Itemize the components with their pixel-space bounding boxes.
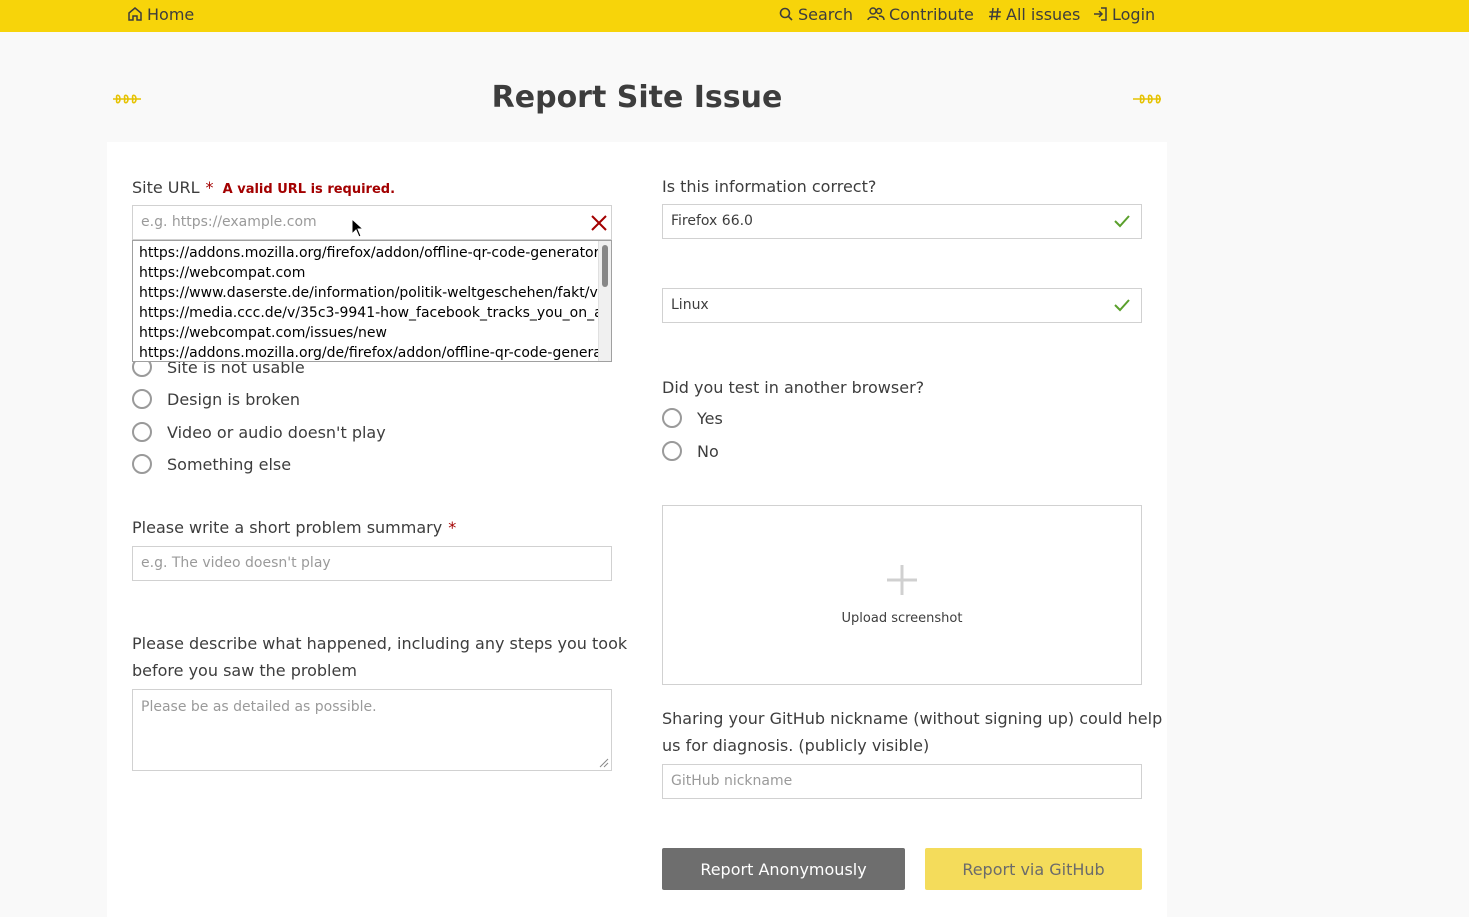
github-nickname-placeholder: GitHub nickname <box>671 773 793 789</box>
other-browser-yes[interactable]: Yes <box>662 408 723 428</box>
home-icon <box>128 7 142 21</box>
info-correct-label: Is this information correct? <box>662 177 877 196</box>
other-browser-label: Did you test in another browser? <box>662 378 925 397</box>
description-textarea[interactable]: Please be as detailed as possible. <box>132 689 612 771</box>
nav-login-label: Login <box>1112 4 1156 24</box>
radio-button[interactable] <box>662 408 682 428</box>
nav-contribute-label: Contribute <box>889 4 974 24</box>
summary-placeholder: e.g. The video doesn't play <box>141 555 331 571</box>
nav-all-issues-link[interactable]: All issues <box>988 3 1080 25</box>
radio-label: Something else <box>167 454 292 474</box>
title-row: Report Site Issue <box>107 76 1167 122</box>
autocomplete-item[interactable]: https://addons.mozilla.org/de/firefox/ad… <box>133 343 599 361</box>
radio-button[interactable] <box>132 422 152 442</box>
os-input[interactable]: Linux <box>662 288 1142 323</box>
people-icon <box>867 7 885 21</box>
mouse-cursor-icon <box>351 218 365 238</box>
url-autocomplete-dropdown[interactable]: https://addons.mozilla.org/firefox/addon… <box>132 240 612 362</box>
login-icon <box>1094 7 1107 21</box>
autocomplete-item[interactable]: https://webcompat.com <box>133 263 599 283</box>
radio-button[interactable] <box>662 441 682 461</box>
valid-check-icon <box>1114 299 1130 312</box>
summary-input[interactable]: e.g. The video doesn't play <box>132 546 612 581</box>
upload-label: Upload screenshot <box>841 611 963 626</box>
dropdown-scrollbar[interactable] <box>598 241 611 361</box>
site-url-label: Site URL * A valid URL is required. <box>132 174 395 203</box>
radio-label: No <box>697 441 719 461</box>
description-label-line1: Please describe what happened, including… <box>132 634 628 653</box>
description-label-line2: before you saw the problem <box>132 661 357 680</box>
problem-type-something-else[interactable]: Something else <box>132 454 291 474</box>
resize-handle-icon[interactable] <box>599 758 609 768</box>
report-anonymously-button[interactable]: Report Anonymously <box>662 848 905 890</box>
required-mark: * <box>205 178 214 197</box>
radio-button[interactable] <box>132 454 152 474</box>
top-nav-bar: Home Search Contribute All issues Login <box>0 0 1469 32</box>
other-browser-no[interactable]: No <box>662 441 719 461</box>
autocomplete-item[interactable]: https://www.daserste.de/information/poli… <box>133 283 599 303</box>
nav-all-issues-label: All issues <box>1006 4 1081 24</box>
page-title: Report Site Issue <box>491 80 783 115</box>
upload-screenshot-area[interactable]: Upload screenshot <box>662 505 1142 685</box>
github-label-line2: us for diagnosis. (publicly visible) <box>662 736 930 755</box>
scrollbar-thumb[interactable] <box>602 245 608 287</box>
invalid-x-icon <box>591 215 607 231</box>
github-nickname-input[interactable]: GitHub nickname <box>662 764 1142 799</box>
radio-button[interactable] <box>132 389 152 409</box>
nav-search-link[interactable]: Search <box>778 3 853 25</box>
nav-search-label: Search <box>798 4 853 24</box>
valid-check-icon <box>1114 215 1130 228</box>
site-url-label-text: Site URL <box>132 178 200 197</box>
site-url-input[interactable]: e.g. https://example.com <box>132 205 612 240</box>
os-value: Linux <box>671 297 709 313</box>
nav-home-label: Home <box>147 4 195 24</box>
description-placeholder: Please be as detailed as possible. <box>141 699 377 715</box>
site-url-error: A valid URL is required. <box>222 182 396 197</box>
nav-home-link[interactable]: Home <box>127 3 194 25</box>
summary-label-text: Please write a short problem summary <box>132 518 443 537</box>
problem-type-video-audio[interactable]: Video or audio doesn't play <box>132 422 386 442</box>
nav-contribute-link[interactable]: Contribute <box>867 3 974 25</box>
autocomplete-item[interactable]: https://addons.mozilla.org/firefox/addon… <box>133 243 599 263</box>
site-url-placeholder: e.g. https://example.com <box>141 214 317 230</box>
browser-input[interactable]: Firefox 66.0 <box>662 204 1142 239</box>
report-via-github-button[interactable]: Report via GitHub <box>925 848 1142 890</box>
radio-label: Yes <box>697 408 723 428</box>
nav-login-link[interactable]: Login <box>1092 3 1155 25</box>
laurel-right-icon <box>1133 94 1161 104</box>
plus-icon <box>887 565 917 595</box>
problem-type-design-broken[interactable]: Design is broken <box>132 389 300 409</box>
search-icon <box>779 7 793 21</box>
github-label-line1: Sharing your GitHub nickname (without si… <box>662 709 1163 728</box>
autocomplete-item[interactable]: https://media.ccc.de/v/35c3-9941-how_fac… <box>133 303 599 323</box>
hash-icon <box>989 7 1001 21</box>
required-mark: * <box>448 518 457 537</box>
radio-label: Design is broken <box>167 389 301 409</box>
browser-value: Firefox 66.0 <box>671 213 753 229</box>
autocomplete-item[interactable]: https://webcompat.com/issues/new <box>133 323 599 343</box>
radio-label: Video or audio doesn't play <box>167 422 386 442</box>
summary-label: Please write a short problem summary * <box>132 514 456 541</box>
